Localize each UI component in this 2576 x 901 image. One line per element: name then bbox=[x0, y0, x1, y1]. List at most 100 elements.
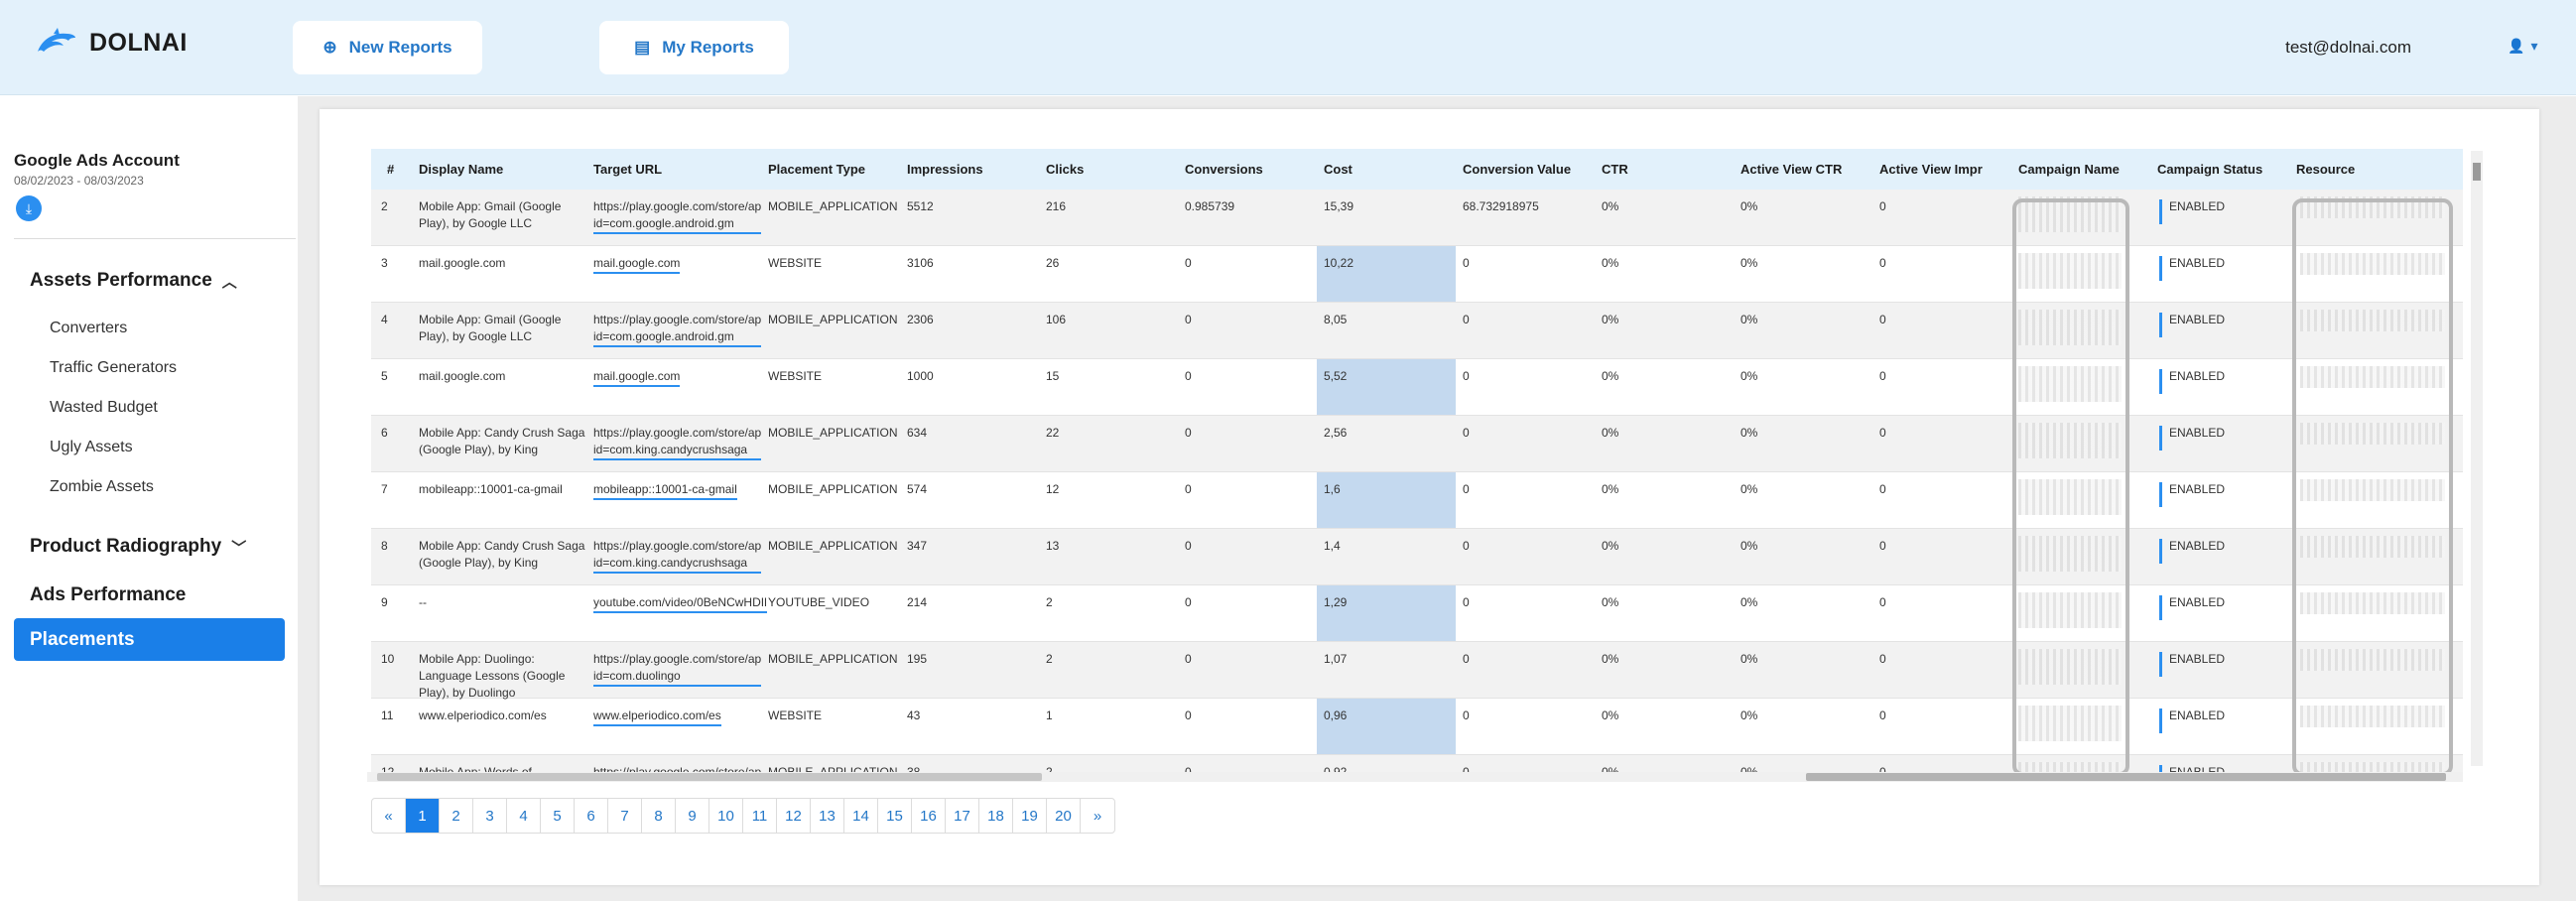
cell-clicks: 12 bbox=[1046, 482, 1060, 496]
cell-target-url[interactable]: https://play.google.com/store/ap id=com.g… bbox=[593, 312, 762, 347]
section-product-radiography[interactable]: Product Radiography ﹀ bbox=[30, 536, 246, 558]
col-display-name[interactable]: Display Name bbox=[419, 162, 503, 177]
horizontal-scrollbar[interactable] bbox=[367, 772, 2463, 782]
cell-ctr: 0% bbox=[1602, 313, 1619, 326]
page-button-16[interactable]: 16 bbox=[912, 799, 946, 833]
table-row[interactable]: 7 mobileapp::10001-ca-gmail mobileapp::100… bbox=[371, 472, 2463, 529]
table-row[interactable]: 10 Mobile App: Duolingo: Language Lessons … bbox=[371, 642, 2463, 700]
cell-target-url[interactable]: https://play.google.com/store/ap id=com.k… bbox=[593, 425, 762, 460]
cell-impressions: 214 bbox=[907, 595, 928, 609]
cell-active-view-ctr: 0% bbox=[1740, 652, 1758, 666]
page-button-1[interactable]: 1 bbox=[406, 799, 440, 833]
col-target-url[interactable]: Target URL bbox=[593, 162, 662, 177]
page-button-3[interactable]: 3 bbox=[473, 799, 507, 833]
page-button-19[interactable]: 19 bbox=[1013, 799, 1047, 833]
sidebar-item-traffic-generators[interactable]: Traffic Generators bbox=[50, 359, 177, 377]
cell-target-url[interactable]: https://play.google.com/store/ap id=com.d… bbox=[593, 651, 762, 687]
col-campaign-name[interactable]: Campaign Name bbox=[2018, 162, 2120, 177]
col-resource[interactable]: Resource bbox=[2296, 162, 2355, 177]
page-button-5[interactable]: 5 bbox=[541, 799, 575, 833]
table-row[interactable]: 11 www.elperiodico.com/es www.elperiodico.… bbox=[371, 699, 2463, 755]
sidebar-item-zombie-assets[interactable]: Zombie Assets bbox=[50, 478, 154, 496]
sidebar-item-converters[interactable]: Converters bbox=[50, 320, 127, 337]
table-row[interactable]: 6 Mobile App: Candy Crush Saga (Google Pla… bbox=[371, 416, 2463, 472]
table-row[interactable]: 9 -- youtube.com/video/0BeNCwHDIl YOUTUBE_V… bbox=[371, 585, 2463, 642]
col-active-view-ctr[interactable]: Active View CTR bbox=[1740, 162, 1842, 177]
col-placement-type[interactable]: Placement Type bbox=[768, 162, 865, 177]
col-conversions[interactable]: Conversions bbox=[1185, 162, 1263, 177]
cell-impressions: 574 bbox=[907, 482, 928, 496]
table-row[interactable]: 4 Mobile App: Gmail (Google Play), by Goog… bbox=[371, 303, 2463, 359]
page-button-18[interactable]: 18 bbox=[979, 799, 1013, 833]
cell-conversions: 0 bbox=[1185, 595, 1192, 609]
sidebar-item-placements[interactable]: Placements bbox=[14, 618, 285, 661]
col-active-view-impr[interactable]: Active View Impr bbox=[1879, 162, 1983, 177]
cell-clicks: 22 bbox=[1046, 426, 1060, 440]
cell-target-url[interactable]: https://play.google.com/store/ap id=com.g… bbox=[593, 198, 762, 234]
page-button-10[interactable]: 10 bbox=[709, 799, 743, 833]
cell-target-url[interactable]: mail.google.com bbox=[593, 368, 681, 387]
page-button-7[interactable]: 7 bbox=[608, 799, 642, 833]
scroll-thumb[interactable] bbox=[1806, 773, 2446, 781]
cell-target-url[interactable]: mail.google.com bbox=[593, 255, 681, 274]
cell-conversion-value: 0 bbox=[1463, 539, 1470, 553]
page-prev-button[interactable]: « bbox=[372, 799, 406, 833]
col-campaign-status[interactable]: Campaign Status bbox=[2157, 162, 2262, 177]
cell-conversion-value: 0 bbox=[1463, 595, 1470, 609]
cell-target-url[interactable]: youtube.com/video/0BeNCwHDIl bbox=[593, 594, 767, 613]
col-index[interactable]: # bbox=[387, 162, 394, 177]
vertical-scrollbar[interactable] bbox=[2471, 151, 2483, 766]
cell-placement-type: MOBILE_APPLICATION bbox=[768, 426, 898, 440]
page-button-2[interactable]: 2 bbox=[440, 799, 473, 833]
page-button-17[interactable]: 17 bbox=[946, 799, 979, 833]
section-label: Product Radiography bbox=[30, 536, 222, 557]
cell-ctr: 0% bbox=[1602, 369, 1619, 383]
cell-clicks: 26 bbox=[1046, 256, 1060, 270]
table-row[interactable]: 5 mail.google.com mail.google.com WEBSITE 10… bbox=[371, 359, 2463, 416]
table-row[interactable]: 2 Mobile App: Gmail (Google Play), by Goog… bbox=[371, 190, 2463, 246]
brand-logo[interactable]: DOLNAI bbox=[34, 26, 188, 60]
page-button-14[interactable]: 14 bbox=[844, 799, 878, 833]
cell-target-url[interactable]: mobileapp::10001-ca-gmail bbox=[593, 481, 737, 500]
col-cost[interactable]: Cost bbox=[1324, 162, 1352, 177]
page-button-20[interactable]: 20 bbox=[1047, 799, 1081, 833]
page-button-6[interactable]: 6 bbox=[575, 799, 608, 833]
col-conversion-value[interactable]: Conversion Value bbox=[1463, 162, 1571, 177]
page-button-4[interactable]: 4 bbox=[507, 799, 541, 833]
download-icon[interactable]: ⤓ bbox=[16, 195, 42, 221]
table-row[interactable]: 3 mail.google.com mail.google.com WEBSITE 31… bbox=[371, 246, 2463, 303]
table-header: # Display Name Target URL Placement Type… bbox=[371, 149, 2463, 190]
section-ads-performance[interactable]: Ads Performance bbox=[30, 584, 186, 606]
sidebar-item-wasted-budget[interactable]: Wasted Budget bbox=[50, 399, 158, 417]
section-assets-performance[interactable]: Assets Performance ︿ bbox=[30, 270, 237, 292]
cell-target-url-line: www.elperiodico.com/es bbox=[593, 708, 721, 722]
col-ctr[interactable]: CTR bbox=[1602, 162, 1628, 177]
col-impressions[interactable]: Impressions bbox=[907, 162, 983, 177]
cell-placement-type: WEBSITE bbox=[768, 708, 823, 722]
page-next-button[interactable]: » bbox=[1081, 799, 1114, 833]
table-row[interactable]: 8 Mobile App: Candy Crush Saga (Google Pla… bbox=[371, 529, 2463, 585]
cell-campaign-status: ENABLED bbox=[2169, 652, 2226, 666]
user-menu[interactable]: 👤 ▾ bbox=[2508, 38, 2537, 55]
new-reports-button[interactable]: ⊕ New Reports bbox=[293, 21, 482, 74]
cell-cost: 1,07 bbox=[1324, 652, 1348, 666]
cell-display-name: Mobile App: Candy Crush Saga (Google Play… bbox=[419, 538, 584, 572]
page-button-13[interactable]: 13 bbox=[811, 799, 844, 833]
cell-conversions: 0 bbox=[1185, 539, 1192, 553]
cell-impressions: 634 bbox=[907, 426, 928, 440]
my-reports-button[interactable]: ▤ My Reports bbox=[599, 21, 789, 74]
cell-target-url[interactable]: https://play.google.com/store/ap id=com.k… bbox=[593, 538, 762, 574]
cell-clicks: 15 bbox=[1046, 369, 1060, 383]
page-button-8[interactable]: 8 bbox=[642, 799, 676, 833]
col-clicks[interactable]: Clicks bbox=[1046, 162, 1084, 177]
page-button-15[interactable]: 15 bbox=[878, 799, 912, 833]
page-button-9[interactable]: 9 bbox=[676, 799, 709, 833]
cell-index: 2 bbox=[381, 199, 388, 213]
scroll-thumb[interactable] bbox=[2473, 163, 2481, 181]
page-button-12[interactable]: 12 bbox=[777, 799, 811, 833]
cell-ctr: 0% bbox=[1602, 595, 1619, 609]
cell-target-url[interactable]: www.elperiodico.com/es bbox=[593, 708, 721, 726]
page-button-11[interactable]: 11 bbox=[743, 799, 777, 833]
sidebar-item-ugly-assets[interactable]: Ugly Assets bbox=[50, 439, 133, 456]
cell-display-name: mobileapp::10001-ca-gmail bbox=[419, 481, 563, 498]
